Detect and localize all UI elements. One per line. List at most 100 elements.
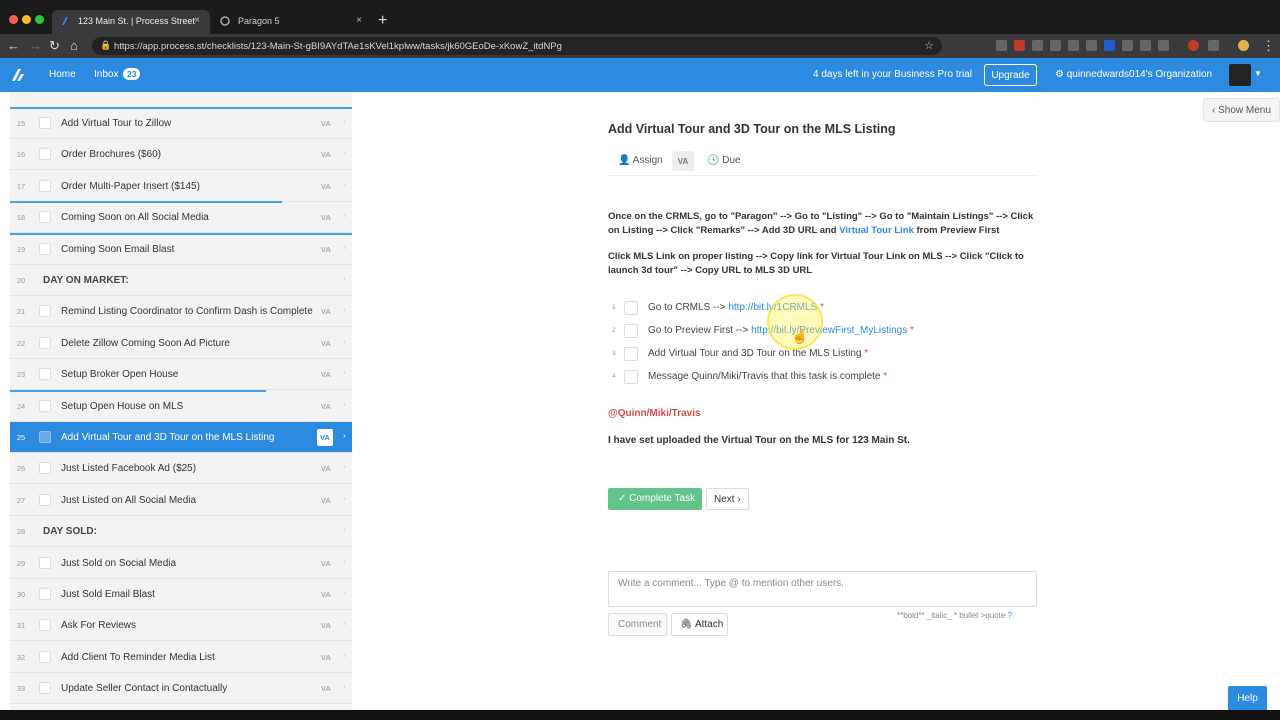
user-avatar[interactable]	[1229, 64, 1251, 86]
chevron-down-icon[interactable]: ▼	[1254, 69, 1262, 78]
help-circle-icon[interactable]: ?	[1008, 611, 1012, 620]
extension-icon[interactable]	[1014, 40, 1025, 51]
sidebar-task-row[interactable]: 17 Order Multi-Paper Insert ($145) VA ›	[10, 171, 352, 202]
back-icon[interactable]: ←	[7, 38, 20, 53]
help-button[interactable]: Help	[1228, 686, 1267, 710]
assignee-chip[interactable]: VA	[672, 151, 694, 171]
new-tab-button[interactable]: +	[378, 12, 387, 30]
extension-icon[interactable]	[1086, 40, 1097, 51]
nav-inbox-link[interactable]: Inbox	[94, 69, 118, 80]
subtask-checkbox[interactable]	[624, 324, 638, 338]
browser-tab-paragon[interactable]: Paragon 5 ×	[212, 10, 372, 34]
extension-icon[interactable]	[1208, 40, 1219, 51]
sidebar-task-row[interactable]: 24 Setup Open House on MLS VA ›	[10, 391, 352, 422]
task-checkbox[interactable]	[39, 305, 51, 318]
task-label: Add Virtual Tour and 3D Tour on the MLS …	[61, 432, 275, 443]
next-button[interactable]: Next ›	[706, 488, 749, 510]
sidebar-task-row[interactable]: 26 Just Listed Facebook Ad ($25) VA ›	[10, 453, 352, 485]
task-checkbox[interactable]	[39, 650, 51, 663]
extension-icon[interactable]	[1140, 40, 1151, 51]
sidebar-task-row[interactable]: 33 Update Seller Contact in Contactually V…	[10, 673, 352, 705]
task-checkbox[interactable]	[39, 462, 51, 475]
sidebar-task-row[interactable]: 29 Just Sold on Social Media VA ›	[10, 548, 352, 579]
task-checkbox[interactable]	[39, 148, 51, 161]
subtask-checkbox[interactable]	[624, 301, 638, 315]
sidebar-section-heading[interactable]: 28 DAY SOLD: ›	[10, 516, 352, 548]
comment-button[interactable]: Comment	[608, 613, 667, 636]
forward-icon[interactable]: →	[29, 38, 42, 53]
task-checkbox[interactable]	[39, 556, 51, 569]
extension-icon[interactable]	[1158, 40, 1169, 51]
task-checkbox[interactable]	[39, 242, 51, 255]
complete-task-button[interactable]: ✓ Complete Task	[608, 488, 702, 510]
sidebar-task-row[interactable]: 18 Coming Soon on All Social Media VA ›	[10, 202, 352, 234]
virtual-tour-link[interactable]: Virtual Tour Link	[839, 225, 914, 236]
task-label: Add Virtual Tour to Zillow	[61, 118, 172, 129]
sidebar-task-row[interactable]: 15 Add Virtual Tour to Zillow VA ›	[10, 108, 352, 139]
bookmark-star-icon[interactable]: ☆	[924, 39, 934, 52]
sidebar-task-row[interactable]: 30 Just Sold Email Blast VA ›	[10, 579, 352, 610]
extension-icon[interactable]	[996, 40, 1007, 51]
home-icon[interactable]: ⌂	[70, 38, 78, 53]
subtask-checkbox[interactable]	[624, 370, 638, 384]
profile-icon[interactable]	[1238, 40, 1249, 51]
sidebar-task-row[interactable]: 32 Add Client To Reminder Media List VA ›	[10, 642, 352, 673]
task-checkbox[interactable]	[39, 211, 51, 224]
chevron-right-icon: ›	[343, 336, 346, 346]
extension-icon[interactable]	[1050, 40, 1061, 51]
sidebar-section-heading[interactable]: 20 DAY ON MARKET: ›	[10, 265, 352, 296]
process-street-logo-icon[interactable]	[10, 67, 26, 83]
sidebar-task-row[interactable]: 22 Delete Zillow Coming Soon Ad Picture VA…	[10, 328, 352, 359]
row-divider-accent	[10, 232, 352, 235]
address-bar[interactable]: 🔒 https://app.process.st/checklists/123-…	[92, 37, 942, 55]
task-label: DAY ON MARKET:	[43, 275, 129, 286]
close-tab-icon[interactable]: ×	[194, 15, 200, 26]
task-label: Order Brochures ($60)	[61, 149, 162, 161]
upgrade-button[interactable]: Upgrade	[984, 64, 1037, 86]
task-label: Just Sold on Social Media	[61, 557, 177, 569]
maximize-window-icon[interactable]	[35, 15, 44, 24]
task-checkbox[interactable]	[39, 399, 51, 412]
sidebar-task-row[interactable]: 21 Remind Listing Coordinator to Confirm …	[10, 296, 352, 328]
extension-icon[interactable]	[1122, 40, 1133, 51]
nav-home-link[interactable]: Home	[49, 69, 76, 80]
task-number: 27	[16, 495, 26, 505]
sidebar-task-row[interactable]: 16 Order Brochures ($60) VA ›	[10, 139, 352, 171]
due-button[interactable]: 🕓 Due	[707, 155, 741, 166]
task-checkbox[interactable]	[39, 493, 51, 506]
task-checkbox[interactable]	[39, 431, 51, 443]
sidebar-task-row[interactable]: 25 Add Virtual Tour and 3D Tour on the ML…	[10, 422, 352, 453]
task-checkbox[interactable]	[39, 179, 51, 192]
sidebar-task-row[interactable]: 27 Just Listed on All Social Media VA ›	[10, 485, 352, 516]
extension-icon[interactable]	[1068, 40, 1079, 51]
attach-button[interactable]: 🖇 Attach	[671, 613, 728, 636]
show-menu-button[interactable]: ‹ Show Menu	[1203, 98, 1280, 122]
task-checkbox[interactable]	[39, 368, 51, 381]
task-number: 15	[16, 119, 26, 128]
close-window-icon[interactable]	[9, 15, 18, 24]
sidebar-task-row[interactable]: 19 Coming Soon Email Blast VA ›	[10, 234, 352, 265]
browser-tab-process-street[interactable]: 123 Main St. | Process Street ×	[52, 10, 210, 34]
assign-button[interactable]: 👤 Assign	[618, 155, 663, 166]
reload-icon[interactable]: ↻	[49, 38, 60, 54]
browser-menu-icon[interactable]: ⋮	[1262, 38, 1275, 54]
task-checkbox[interactable]	[39, 336, 51, 349]
close-tab-icon[interactable]: ×	[356, 15, 362, 26]
extension-icon[interactable]	[1188, 40, 1199, 51]
minimize-window-icon[interactable]	[22, 15, 31, 24]
paperclip-icon: 🖇	[680, 619, 693, 630]
task-checkbox[interactable]	[39, 588, 51, 600]
task-checkbox[interactable]	[39, 619, 51, 632]
extension-icon[interactable]	[1032, 40, 1043, 51]
sidebar-task-row[interactable]: 23 Setup Broker Open House VA ›	[10, 359, 352, 391]
task-checkbox[interactable]	[39, 682, 51, 695]
sidebar-task-row[interactable]: 31 Ask For Reviews VA ›	[10, 610, 352, 642]
assignee-badge: VA	[317, 429, 333, 446]
comment-input[interactable]: Write a comment... Type @ to mention oth…	[608, 571, 1037, 607]
task-number: 20	[16, 276, 26, 285]
task-label: Delete Zillow Coming Soon Ad Picture	[61, 337, 230, 349]
organization-menu[interactable]: ⚙ quinnedwards014's Organization	[1055, 69, 1212, 80]
task-checkbox[interactable]	[39, 117, 51, 129]
subtask-checkbox[interactable]	[624, 347, 638, 361]
extension-icon[interactable]	[1104, 40, 1115, 51]
